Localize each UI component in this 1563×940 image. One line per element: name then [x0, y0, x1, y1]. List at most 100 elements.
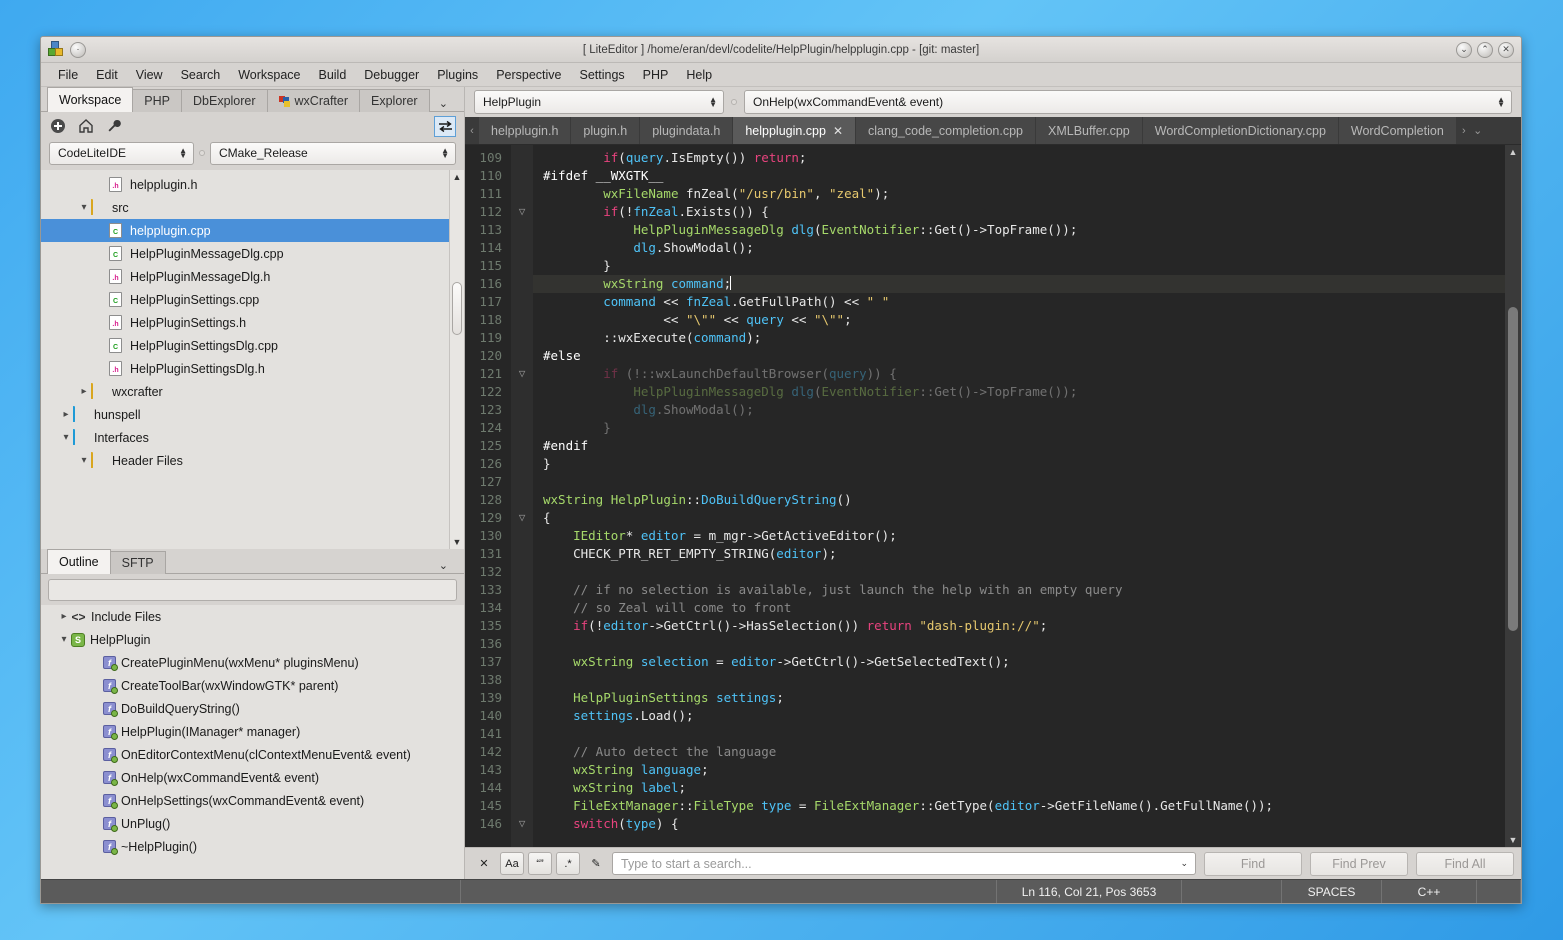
editor-scrollbar[interactable]: ▲ ▼ [1505, 145, 1521, 847]
editor-tab[interactable]: plugin.h [571, 117, 640, 144]
maximize-button[interactable]: ⌃ [1477, 42, 1493, 58]
code-line[interactable]: dlg.ShowModal(); [533, 239, 1505, 257]
code-line[interactable]: ::wxExecute(command); [533, 329, 1505, 347]
code-line[interactable]: } [533, 257, 1505, 275]
outline-tab-sftp[interactable]: SFTP [110, 551, 166, 574]
menu-edit[interactable]: Edit [87, 66, 127, 84]
outline-item[interactable]: fCreateToolBar(wxWindowGTK* parent) [41, 674, 464, 697]
outline-item[interactable]: fUnPlug() [41, 812, 464, 835]
editor-tab[interactable]: helpplugin.cpp✕ [733, 117, 856, 144]
tree-item[interactable]: ▾Header Files [41, 449, 449, 472]
close-button[interactable]: ✕ [1498, 42, 1514, 58]
scroll-up-icon[interactable]: ▲ [453, 170, 462, 184]
outline-tabs-overflow-icon[interactable]: ⌄ [431, 557, 456, 574]
scope-selector[interactable]: HelpPlugin ▲▼ [474, 90, 724, 114]
swap-panes-button[interactable] [434, 116, 456, 137]
code-line[interactable]: { [533, 509, 1505, 527]
home-icon[interactable] [77, 118, 94, 135]
code-line[interactable] [533, 635, 1505, 653]
tree-item[interactable]: .hhelpplugin.h [41, 173, 449, 196]
find-all-button[interactable]: Find All [1416, 852, 1514, 876]
fold-margin[interactable]: ▽▽▽▽ [511, 145, 533, 847]
match-case-toggle[interactable]: Aa [500, 852, 524, 875]
add-icon[interactable] [49, 118, 66, 135]
code-line[interactable]: // if no selection is available, just la… [533, 581, 1505, 599]
editor-tab[interactable]: plugindata.h [640, 117, 733, 144]
code-line[interactable]: command << fnZeal.GetFullPath() << " " [533, 293, 1505, 311]
code-line[interactable]: CHECK_PTR_RET_EMPTY_STRING(editor); [533, 545, 1505, 563]
outline-item[interactable]: ▾SHelpPlugin [41, 628, 464, 651]
language-mode[interactable]: C++ [1382, 880, 1477, 903]
code-line[interactable]: HelpPluginSettings settings; [533, 689, 1505, 707]
code-line[interactable]: wxString language; [533, 761, 1505, 779]
workspace-tab-wxcrafter[interactable]: wxCrafter [267, 89, 360, 112]
code-line[interactable]: HelpPluginMessageDlg dlg(EventNotifier::… [533, 221, 1505, 239]
editor-tab[interactable]: WordCompletionDictionary.cpp [1143, 117, 1339, 144]
tabs-prev-icon[interactable]: ‹ [465, 117, 479, 144]
editor-tab[interactable]: WordCompletion [1339, 117, 1457, 144]
outline-item[interactable]: ▸<>Include Files [41, 605, 464, 628]
tree-item[interactable]: ▾Interfaces [41, 426, 449, 449]
code-line[interactable]: << "\"" << query << "\""; [533, 311, 1505, 329]
window-menu-icon[interactable]: · [70, 42, 86, 58]
code-line[interactable]: IEditor* editor = m_mgr->GetActiveEditor… [533, 527, 1505, 545]
wrench-icon[interactable] [105, 118, 122, 135]
editor-tab-bar[interactable]: ‹helpplugin.hplugin.hplugindata.hhelpplu… [465, 117, 1521, 145]
whole-word-toggle[interactable]: “” [528, 852, 552, 875]
menu-php[interactable]: PHP [634, 66, 678, 84]
code-line[interactable]: if(!fnZeal.Exists()) { [533, 203, 1505, 221]
whitespace-mode[interactable]: SPACES [1282, 880, 1382, 903]
scroll-down-icon[interactable]: ▼ [1509, 833, 1518, 847]
tree-item[interactable]: CHelpPluginSettingsDlg.cpp [41, 334, 449, 357]
code-text-area[interactable]: if(query.IsEmpty()) return;#ifdef __WXGT… [533, 145, 1505, 847]
menu-perspective[interactable]: Perspective [487, 66, 570, 84]
code-line[interactable] [533, 563, 1505, 581]
outline-tab-outline[interactable]: Outline [47, 549, 111, 574]
outline-filter-input[interactable] [48, 579, 457, 601]
outline-list[interactable]: ▸<>Include Files▾SHelpPluginfCreatePlugi… [41, 605, 464, 879]
regex-toggle[interactable]: .* [556, 852, 580, 875]
find-button[interactable]: Find [1204, 852, 1302, 876]
tree-twisty-icon[interactable]: ▾ [59, 432, 73, 443]
menu-settings[interactable]: Settings [571, 66, 634, 84]
tree-twisty-icon[interactable]: ▾ [57, 634, 71, 645]
menu-help[interactable]: Help [677, 66, 721, 84]
code-line[interactable]: switch(type) { [533, 815, 1505, 833]
menu-build[interactable]: Build [309, 66, 355, 84]
scroll-down-icon[interactable]: ▼ [453, 535, 462, 549]
tree-scroll-thumb[interactable] [452, 282, 462, 335]
code-line[interactable]: FileExtManager::FileType type = FileExtM… [533, 797, 1505, 815]
code-editor[interactable]: 1091101111121131141151161171181191201211… [465, 145, 1521, 847]
fold-toggle-icon[interactable]: ▽ [511, 203, 533, 221]
config-selector[interactable]: CMake_Release ▲▼ [210, 142, 456, 165]
project-selector[interactable]: CodeLiteIDE ▲▼ [49, 142, 194, 165]
outline-item[interactable]: fDoBuildQueryString() [41, 697, 464, 720]
tree-item[interactable]: CHelpPluginSettings.cpp [41, 288, 449, 311]
workspace-tabs-overflow-icon[interactable]: ⌄ [431, 95, 456, 112]
code-line[interactable] [533, 473, 1505, 491]
editor-tab[interactable]: XMLBuffer.cpp [1036, 117, 1143, 144]
code-line[interactable]: dlg.ShowModal(); [533, 401, 1505, 419]
chevron-down-icon[interactable]: ⌄ [1177, 858, 1191, 869]
code-line[interactable]: wxString selection = editor->GetCtrl()->… [533, 653, 1505, 671]
find-prev-button[interactable]: Find Prev [1310, 852, 1408, 876]
tree-item[interactable]: .hHelpPluginSettingsDlg.h [41, 357, 449, 380]
tree-item[interactable]: CHelpPluginMessageDlg.cpp [41, 242, 449, 265]
tree-item[interactable]: ▸wxcrafter [41, 380, 449, 403]
workspace-tab-workspace[interactable]: Workspace [47, 87, 133, 112]
code-line[interactable]: wxString HelpPlugin::DoBuildQueryString(… [533, 491, 1505, 509]
editor-tab[interactable]: helpplugin.h [479, 117, 571, 144]
workspace-tab-dbexplorer[interactable]: DbExplorer [181, 89, 268, 112]
tree-item[interactable]: .hHelpPluginMessageDlg.h [41, 265, 449, 288]
tree-item[interactable]: ▾src [41, 196, 449, 219]
tree-twisty-icon[interactable]: ▸ [59, 409, 73, 420]
tree-scroll-track[interactable] [450, 184, 464, 535]
editor-scroll-thumb[interactable] [1508, 307, 1518, 631]
editor-scroll-track[interactable] [1505, 159, 1521, 833]
tabs-dropdown-icon[interactable]: ⌄ [1471, 117, 1485, 144]
menu-search[interactable]: Search [172, 66, 230, 84]
fold-toggle-icon[interactable]: ▽ [511, 509, 533, 527]
menu-debugger[interactable]: Debugger [355, 66, 428, 84]
code-line[interactable]: if(query.IsEmpty()) return; [533, 149, 1505, 167]
code-line[interactable]: wxFileName fnZeal("/usr/bin", "zeal"); [533, 185, 1505, 203]
